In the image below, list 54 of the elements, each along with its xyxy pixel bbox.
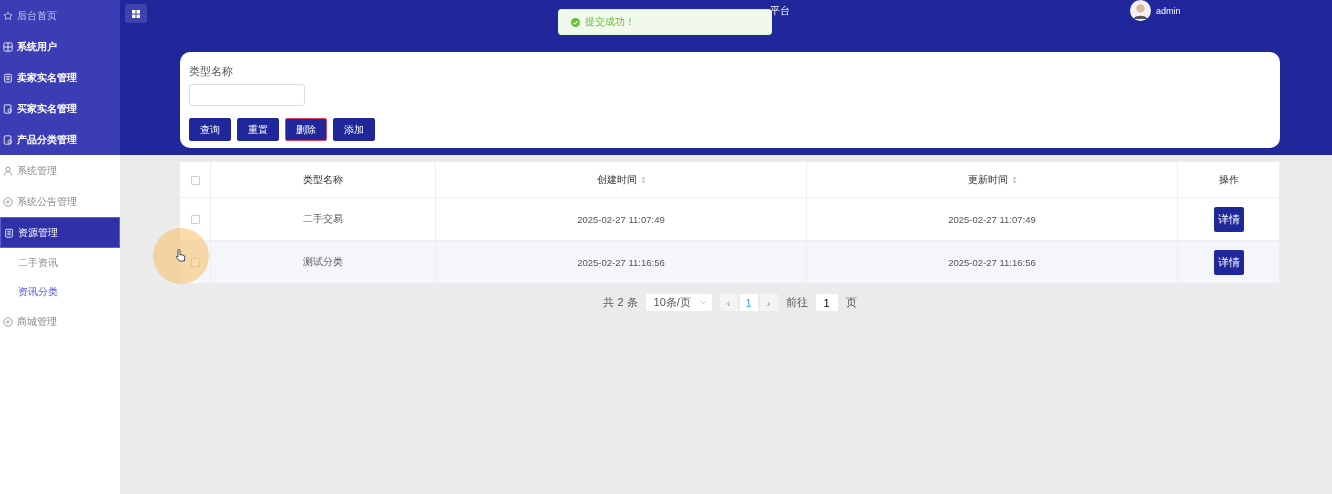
grid-icon [3,41,13,52]
checkbox[interactable] [190,175,200,185]
chat-icon [3,316,13,327]
column-header[interactable]: 类型名称 [303,172,343,187]
chat-icon [3,196,13,207]
field-label: 类型名称 [189,64,234,79]
sidebar-item[interactable]: 系统公告管理 [0,186,120,217]
sidebar-item[interactable]: 卖家实名管理 [0,62,120,93]
sidebar-item[interactable]: 后台首页 [0,0,120,31]
avatar[interactable] [1130,0,1151,21]
total-count: 共 2 条 [603,295,638,310]
sort-icon[interactable] [1011,175,1017,184]
toast-message: 提交成功！ [585,15,635,29]
column-header[interactable]: 更新时间 [967,172,1017,187]
input-field[interactable] [189,84,305,106]
app-title: 平台 [770,4,790,18]
page-size-select[interactable]: 10条/页 [645,294,712,311]
sidebar-item[interactable]: 系统管理 [0,155,120,186]
page-suffix: 页 [845,295,857,310]
sidebar-item[interactable]: 资源管理 [0,217,120,248]
checkbox[interactable] [190,215,200,225]
sidebar-item[interactable]: 买家实名管理 [0,93,120,124]
table-cell: 二手交易 [303,212,343,224]
star-icon [3,10,13,21]
goto-label: 前往 [785,295,808,310]
action-button[interactable]: 查询 [189,118,231,141]
detail-button[interactable]: 详情 [1213,249,1244,275]
document-icon [3,103,13,114]
column-header[interactable]: 创建时间 [596,172,646,187]
column-header[interactable]: 操作 [1218,172,1239,187]
apps-icon[interactable] [125,4,147,23]
detail-button[interactable]: 详情 [1213,206,1244,232]
table-cell: 2025-02-27 11:16:56 [577,256,665,268]
sidebar-item[interactable]: 产品分类管理 [0,124,120,155]
table-cell: 2025-02-27 11:07:49 [948,213,1036,225]
sidebar-subitem[interactable]: 二手资讯 [0,248,120,277]
sidebar-subitem[interactable]: 资讯分类 [0,277,120,306]
sidebar-item[interactable]: 系统用户 [0,31,120,62]
action-button[interactable]: 重置 [237,118,279,141]
delete-button[interactable]: 删除 [285,118,327,141]
sort-icon[interactable] [640,175,646,184]
action-button[interactable]: 添加 [333,118,375,141]
table-cell: 测试分类 [303,255,343,267]
table-cell: 2025-02-27 11:07:49 [577,213,665,225]
check-icon [571,17,580,27]
chevron-down-icon [699,300,707,305]
sidebar-item[interactable]: 商城管理 [0,306,120,337]
user-icon [3,165,13,176]
clipboard-icon [4,227,14,238]
document-icon [3,134,13,145]
clipboard-icon [3,72,13,83]
table-cell: 2025-02-27 11:16:56 [948,256,1036,268]
page-input[interactable]: 1 [815,294,838,311]
user-name[interactable]: admin [1156,5,1181,16]
